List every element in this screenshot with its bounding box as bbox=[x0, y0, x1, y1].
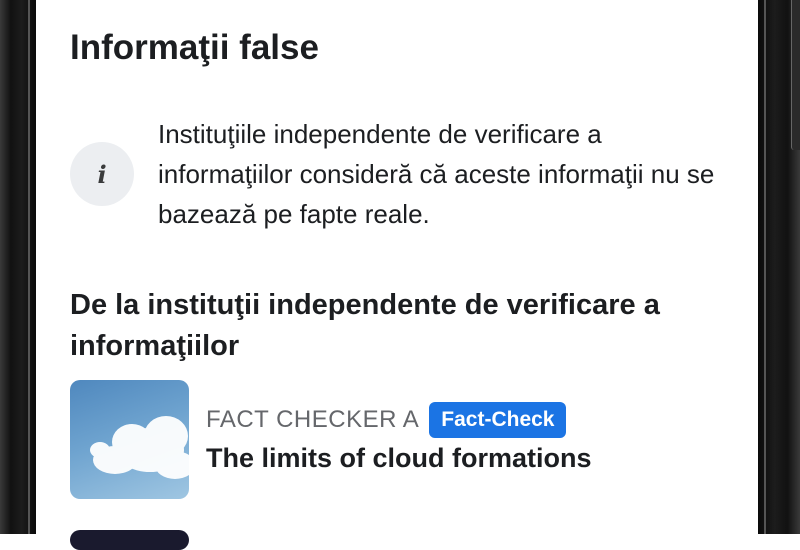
article-meta: FACT CHECKER A Fact-Check bbox=[206, 400, 567, 440]
next-article-thumbnail[interactable] bbox=[70, 530, 189, 550]
article-publisher: FACT CHECKER A bbox=[206, 406, 420, 433]
info-icon-glyph: i bbox=[97, 159, 107, 189]
cloud-image bbox=[90, 416, 189, 479]
fact-check-badge: Fact-Check bbox=[429, 402, 567, 438]
section-heading: De la instituţii independente de verific… bbox=[70, 289, 660, 362]
screen: Informaţii false i Instituţiile independ… bbox=[36, 0, 758, 550]
info-icon: i bbox=[70, 142, 134, 206]
false-info-notice: Instituţiile independente de verificare … bbox=[158, 119, 715, 229]
phone-bezel-right bbox=[758, 0, 800, 534]
article-thumbnail[interactable] bbox=[70, 380, 189, 499]
article-title-link[interactable]: The limits of cloud formations bbox=[206, 443, 592, 474]
phone-side-button bbox=[791, 0, 800, 150]
page-title: Informaţii false bbox=[70, 28, 319, 67]
phone-bezel-left bbox=[0, 0, 36, 534]
